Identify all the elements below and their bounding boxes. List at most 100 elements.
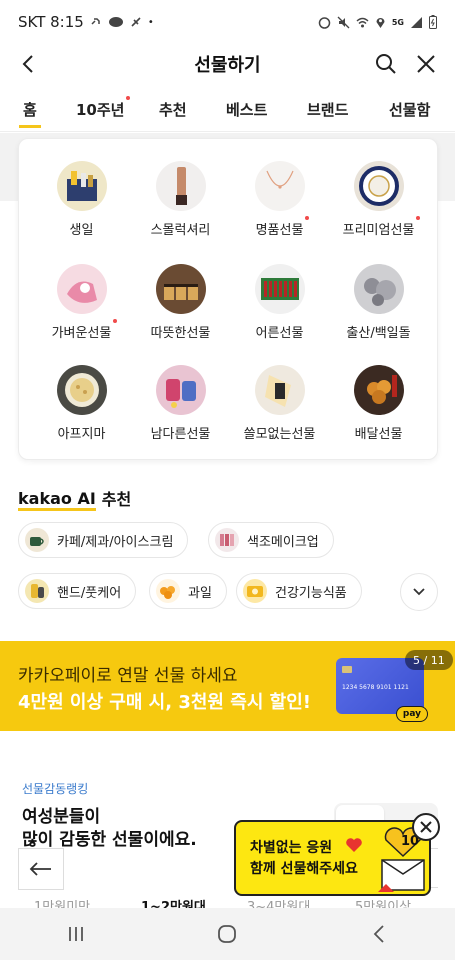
- chip-label: 건강기능식품: [275, 585, 347, 601]
- fruit-icon: [156, 579, 180, 603]
- category-label: 따뜻한선물: [150, 326, 211, 341]
- category-label: 가벼운선물: [51, 326, 112, 341]
- banner-page-counter: 5 / 11: [405, 650, 453, 670]
- status-time: SKT 8:15: [18, 13, 84, 31]
- card-number: 1234 5678 9101 1121: [342, 684, 409, 691]
- ranking-subtitle: 선물감동랭킹: [22, 782, 89, 796]
- warm-gift-image: [155, 264, 206, 314]
- ranking-title: 여성분들이 많이 감동한 선물이에요.: [22, 806, 197, 852]
- wifi-icon: [356, 17, 369, 27]
- category-card: 생일 스몰럭셔리 명품선물 프리미엄선물 가벼운선물 따뜻한선물 어른선물 출산…: [18, 138, 438, 460]
- tab-10th-anniversary[interactable]: 10주년: [76, 96, 131, 130]
- category-label: 배달선물: [354, 427, 403, 442]
- chip-label: 색조메이크업: [247, 534, 319, 550]
- ranking-title-line1: 여성분들이: [22, 807, 101, 827]
- tab-recommend[interactable]: 추천: [159, 99, 187, 130]
- system-nav-bar: [0, 908, 455, 960]
- category-label: 출산/백일돌: [346, 326, 411, 341]
- category-label: 쓸모없는선물: [243, 427, 316, 442]
- category-warm-gift[interactable]: 따뜻한선물: [128, 264, 233, 341]
- chip-health-food[interactable]: 건강기능식품: [236, 573, 362, 609]
- category-birth-baby[interactable]: 출산/백일돌: [326, 264, 431, 341]
- delivery-gift-image: [353, 365, 404, 415]
- signal-icon: [411, 16, 422, 28]
- main-tabs: 홈 10주년 추천 베스트 브랜드 선물함: [0, 88, 455, 132]
- chip-cafe-bakery[interactable]: 카페/제과/아이스크림: [18, 522, 189, 558]
- makeup-icon: [215, 528, 239, 552]
- talk-icon: [108, 17, 123, 27]
- chip-fruit[interactable]: 과일: [149, 573, 227, 609]
- category-luxury-gift[interactable]: 명품선물: [227, 161, 332, 238]
- unique-gift-image: [155, 365, 206, 415]
- category-elder-gift[interactable]: 어른선물: [227, 264, 332, 341]
- home-icon: [218, 925, 237, 943]
- search-icon: [376, 54, 396, 74]
- expand-chips-button[interactable]: [400, 573, 438, 611]
- category-label: 남다른선물: [150, 427, 211, 442]
- mute-icon: [337, 16, 350, 28]
- light-gift-image: [56, 264, 107, 314]
- category-label: 생일: [69, 223, 94, 238]
- category-light-gift[interactable]: 가벼운선물: [29, 264, 134, 341]
- useless-gift-image: [254, 365, 305, 415]
- promo-line1: 차별없는 응원: [250, 840, 333, 856]
- flower-icon: [131, 17, 141, 27]
- recent-apps-button[interactable]: [46, 914, 106, 954]
- arrow-left-icon: [29, 862, 51, 876]
- chip-hand-foot-care[interactable]: 핸드/풋케어: [18, 573, 137, 609]
- tab-best[interactable]: 베스트: [226, 99, 267, 130]
- small-luxury-image: [155, 161, 206, 211]
- promo-floating-banner[interactable]: 차별없는 응원 함께 선물해주세요 10: [234, 820, 431, 896]
- link-icon: [91, 18, 100, 25]
- location-icon: [376, 17, 385, 28]
- hand-care-icon: [25, 579, 49, 603]
- close-button[interactable]: [410, 48, 442, 80]
- category-birthday[interactable]: 생일: [29, 161, 134, 238]
- heart-icon: [346, 838, 362, 852]
- tab-home[interactable]: 홈: [19, 99, 41, 130]
- chevron-down-icon: [413, 588, 425, 596]
- category-useless-gift[interactable]: 쓸모없는선물: [227, 365, 332, 442]
- page-title: 선물하기: [194, 55, 261, 76]
- category-label: 프리미엄선물: [342, 223, 415, 238]
- recent-apps-icon: [68, 927, 83, 941]
- close-icon: [420, 821, 432, 833]
- new-dot: [305, 216, 310, 220]
- category-label: 아프지마: [57, 427, 106, 442]
- chip-color-makeup[interactable]: 색조메이크업: [208, 522, 334, 558]
- status-bar: SKT 8:15 • 5G: [0, 0, 455, 44]
- category-small-luxury[interactable]: 스몰럭셔리: [128, 161, 233, 238]
- alarm-icon: [318, 16, 331, 29]
- category-get-well[interactable]: 아프지마: [29, 365, 134, 442]
- new-dot: [126, 96, 131, 100]
- tab-brand[interactable]: 브랜드: [307, 99, 348, 130]
- promo-close-button[interactable]: [412, 813, 440, 841]
- banner-subline: 4만원 이상 구매 시, 3천원 즉시 할인!: [18, 692, 311, 713]
- tab-gift-box[interactable]: 선물함: [389, 99, 430, 130]
- category-premium-gift[interactable]: 프리미엄선물: [326, 161, 431, 238]
- chevron-left-icon: [22, 55, 33, 73]
- back-button[interactable]: [12, 48, 44, 80]
- battery-icon: [429, 15, 437, 29]
- kakaopay-banner[interactable]: 카카오페이로 연말 선물 하세요 4만원 이상 구매 시, 3천원 즉시 할인!…: [0, 641, 455, 731]
- network-label: 5G: [391, 17, 404, 27]
- new-dot: [113, 319, 118, 323]
- scroll-back-button[interactable]: [18, 848, 64, 890]
- app-header: 선물하기: [0, 44, 455, 84]
- chip-label: 과일: [188, 585, 212, 601]
- system-back-button[interactable]: [349, 914, 409, 954]
- category-delivery-gift[interactable]: 배달선물: [326, 365, 431, 442]
- home-button[interactable]: [197, 914, 257, 954]
- banner-headline: 카카오페이로 연말 선물 하세요: [18, 666, 238, 686]
- cafe-icon: [25, 528, 49, 552]
- luxury-gift-image: [254, 161, 305, 211]
- ai-brand-label: kakao AI: [18, 488, 96, 511]
- category-unique-gift[interactable]: 남다른선물: [128, 365, 233, 442]
- promo-line2: 함께 선물해주세요: [250, 861, 358, 877]
- chip-label: 핸드/풋케어: [57, 585, 122, 601]
- search-button[interactable]: [370, 48, 402, 80]
- get-well-image: [56, 365, 107, 415]
- birthday-image: [56, 161, 107, 211]
- category-label: 어른선물: [255, 326, 304, 341]
- ai-suffix-label: 추천: [101, 490, 132, 509]
